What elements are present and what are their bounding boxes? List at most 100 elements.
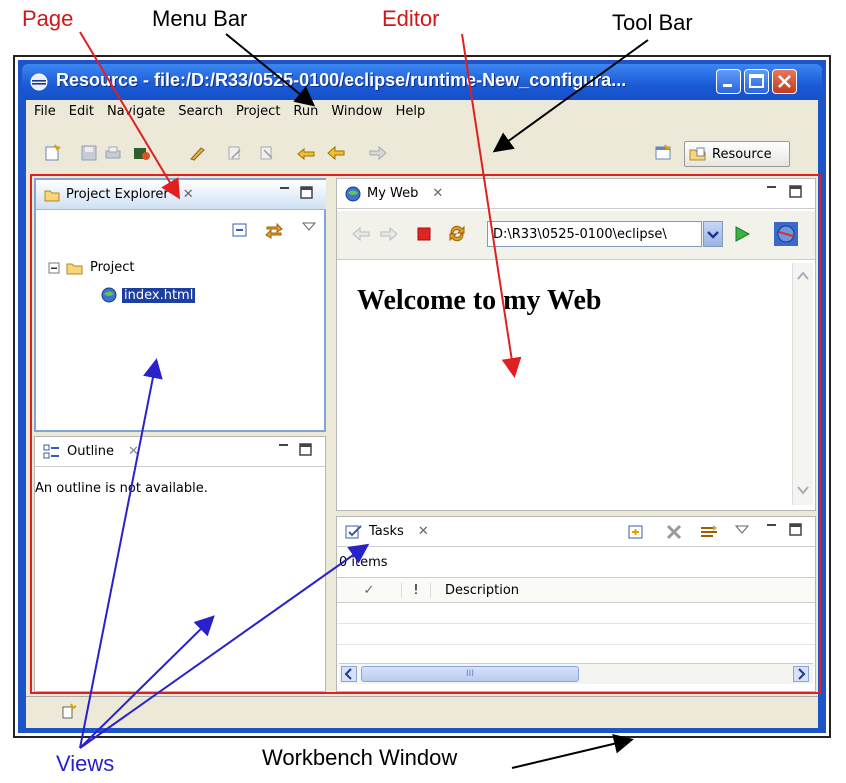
close-tab-icon[interactable]: ✕ (128, 444, 139, 459)
maximize-view-icon[interactable] (300, 186, 314, 200)
tasks-view: Tasks ✕ 0 items ✓ ! Description III (336, 516, 816, 692)
tab-label: Outline (67, 444, 115, 459)
browser-forward-button[interactable] (379, 225, 399, 243)
collapse-all-icon (232, 223, 247, 237)
menu-bar: File Edit Navigate Search Project Run Wi… (34, 104, 438, 124)
browser-back-button[interactable] (351, 225, 371, 243)
browser-stop-button[interactable] (417, 227, 431, 241)
perspective-label: Resource (712, 146, 772, 162)
tree-item-index-html[interactable]: index.html (100, 286, 196, 304)
close-tab-icon[interactable]: ✕ (432, 186, 443, 201)
close-icon (778, 75, 791, 88)
url-input[interactable]: D:\R33\0525-0100\eclipse\ (487, 221, 702, 247)
go-button[interactable] (733, 225, 751, 243)
column-header-description[interactable]: Description (431, 583, 519, 598)
new-wizard-button[interactable] (44, 144, 62, 162)
task-count: 0 items (339, 555, 388, 570)
print-button[interactable] (104, 144, 122, 162)
minimize-view-icon[interactable] (278, 182, 292, 196)
menu-project[interactable]: Project (236, 104, 280, 124)
back-arrow-icon (352, 226, 370, 242)
tab-label: Project Explorer (66, 187, 169, 202)
close-tab-icon[interactable]: ✕ (418, 524, 429, 539)
link-with-editor-button[interactable] (264, 220, 284, 240)
tab-outline[interactable]: Outline ✕ (35, 437, 325, 467)
resource-perspective-button[interactable]: Resource (684, 141, 790, 167)
scroll-left-icon[interactable] (341, 666, 357, 682)
menu-navigate[interactable]: Navigate (107, 104, 165, 124)
callout-tool-bar: Tool Bar (612, 10, 693, 35)
tab-my-web[interactable]: My Web ✕ (337, 179, 815, 209)
delete-icon (666, 524, 682, 540)
menu-file[interactable]: File (34, 104, 56, 124)
scroll-right-icon[interactable] (793, 666, 809, 682)
scroll-up-icon[interactable] (797, 271, 809, 281)
view-menu-icon (735, 525, 749, 534)
tab-tasks[interactable]: Tasks ✕ (337, 517, 815, 547)
save-button[interactable] (80, 144, 98, 162)
minimize-view-icon[interactable] (277, 439, 291, 453)
maximize-view-icon[interactable] (789, 185, 803, 199)
maximize-button[interactable] (744, 69, 769, 94)
menu-window[interactable]: Window (331, 104, 382, 124)
close-button[interactable] (772, 69, 797, 94)
browser-globe-button[interactable] (773, 221, 799, 247)
chevron-down-icon (707, 231, 719, 239)
tasks-horizontal-scrollbar[interactable]: III (339, 663, 813, 684)
tree-label-project: Project (90, 260, 135, 275)
collapse-all-button[interactable] (232, 222, 248, 238)
scroll-down-icon[interactable] (797, 485, 809, 495)
last-edit-icon (297, 147, 315, 161)
go-icon (735, 226, 751, 242)
menu-edit[interactable]: Edit (69, 104, 94, 124)
callout-editor: Editor (382, 6, 440, 31)
welcome-heading: Welcome to my Web (357, 285, 602, 316)
column-header-completed[interactable]: ✓ (337, 582, 402, 598)
minimize-view-icon[interactable] (765, 181, 779, 195)
filter-tasks-button[interactable] (699, 522, 719, 542)
close-tab-icon[interactable]: ✕ (183, 187, 194, 202)
fast-view-icon[interactable] (60, 703, 78, 721)
run-external-tools-button[interactable] (132, 144, 150, 162)
window-title: Resource - file:/D:/R33/0525-0100/eclips… (56, 70, 627, 90)
open-task-button[interactable] (188, 144, 206, 162)
refresh-icon (449, 225, 465, 242)
browser-toolbar: D:\R33\0525-0100\eclipse\ (337, 211, 815, 260)
forward-arrow-icon (369, 145, 387, 161)
previous-annotation-button[interactable] (258, 144, 276, 162)
view-menu-button[interactable] (735, 525, 749, 535)
editor-view: My Web ✕ D:\R33\0525-0100\eclipse\ Welco… (336, 178, 816, 511)
editor-vertical-scrollbar[interactable] (792, 263, 813, 505)
outline-message: An outline is not available. (35, 481, 208, 496)
delete-task-button[interactable] (665, 523, 683, 541)
print-icon (105, 146, 121, 159)
browser-refresh-button[interactable] (447, 223, 467, 243)
new-task-icon (628, 525, 643, 539)
tree-item-project[interactable]: Project (48, 260, 134, 275)
tab-project-explorer[interactable]: Project Explorer ✕ (36, 180, 326, 210)
open-perspective-button[interactable] (654, 144, 672, 162)
scroll-thumb[interactable]: III (361, 666, 579, 682)
eclipse-icon (30, 73, 48, 91)
minimize-button[interactable] (716, 69, 741, 94)
task-table: ✓ ! Description (337, 577, 815, 666)
last-edit-location-button[interactable] (296, 144, 315, 162)
new-file-icon (45, 144, 61, 161)
back-button[interactable] (326, 144, 345, 162)
title-bar[interactable]: Resource - file:/D:/R33/0525-0100/eclips… (22, 64, 822, 100)
next-annotation-icon (228, 146, 241, 160)
column-header-priority[interactable]: ! (402, 582, 431, 598)
web-page-content: Welcome to my Web (339, 263, 789, 503)
view-menu-button[interactable] (302, 222, 316, 232)
collapse-tree-icon[interactable] (48, 262, 60, 274)
next-annotation-button[interactable] (226, 144, 244, 162)
new-task-button[interactable] (627, 523, 645, 541)
maximize-view-icon[interactable] (299, 443, 313, 457)
menu-search[interactable]: Search (178, 104, 223, 124)
menu-run[interactable]: Run (293, 104, 318, 124)
url-history-dropdown[interactable] (703, 221, 723, 247)
minimize-view-icon[interactable] (765, 519, 779, 533)
maximize-view-icon[interactable] (789, 523, 803, 537)
menu-help[interactable]: Help (396, 104, 426, 124)
forward-button[interactable] (366, 144, 387, 162)
